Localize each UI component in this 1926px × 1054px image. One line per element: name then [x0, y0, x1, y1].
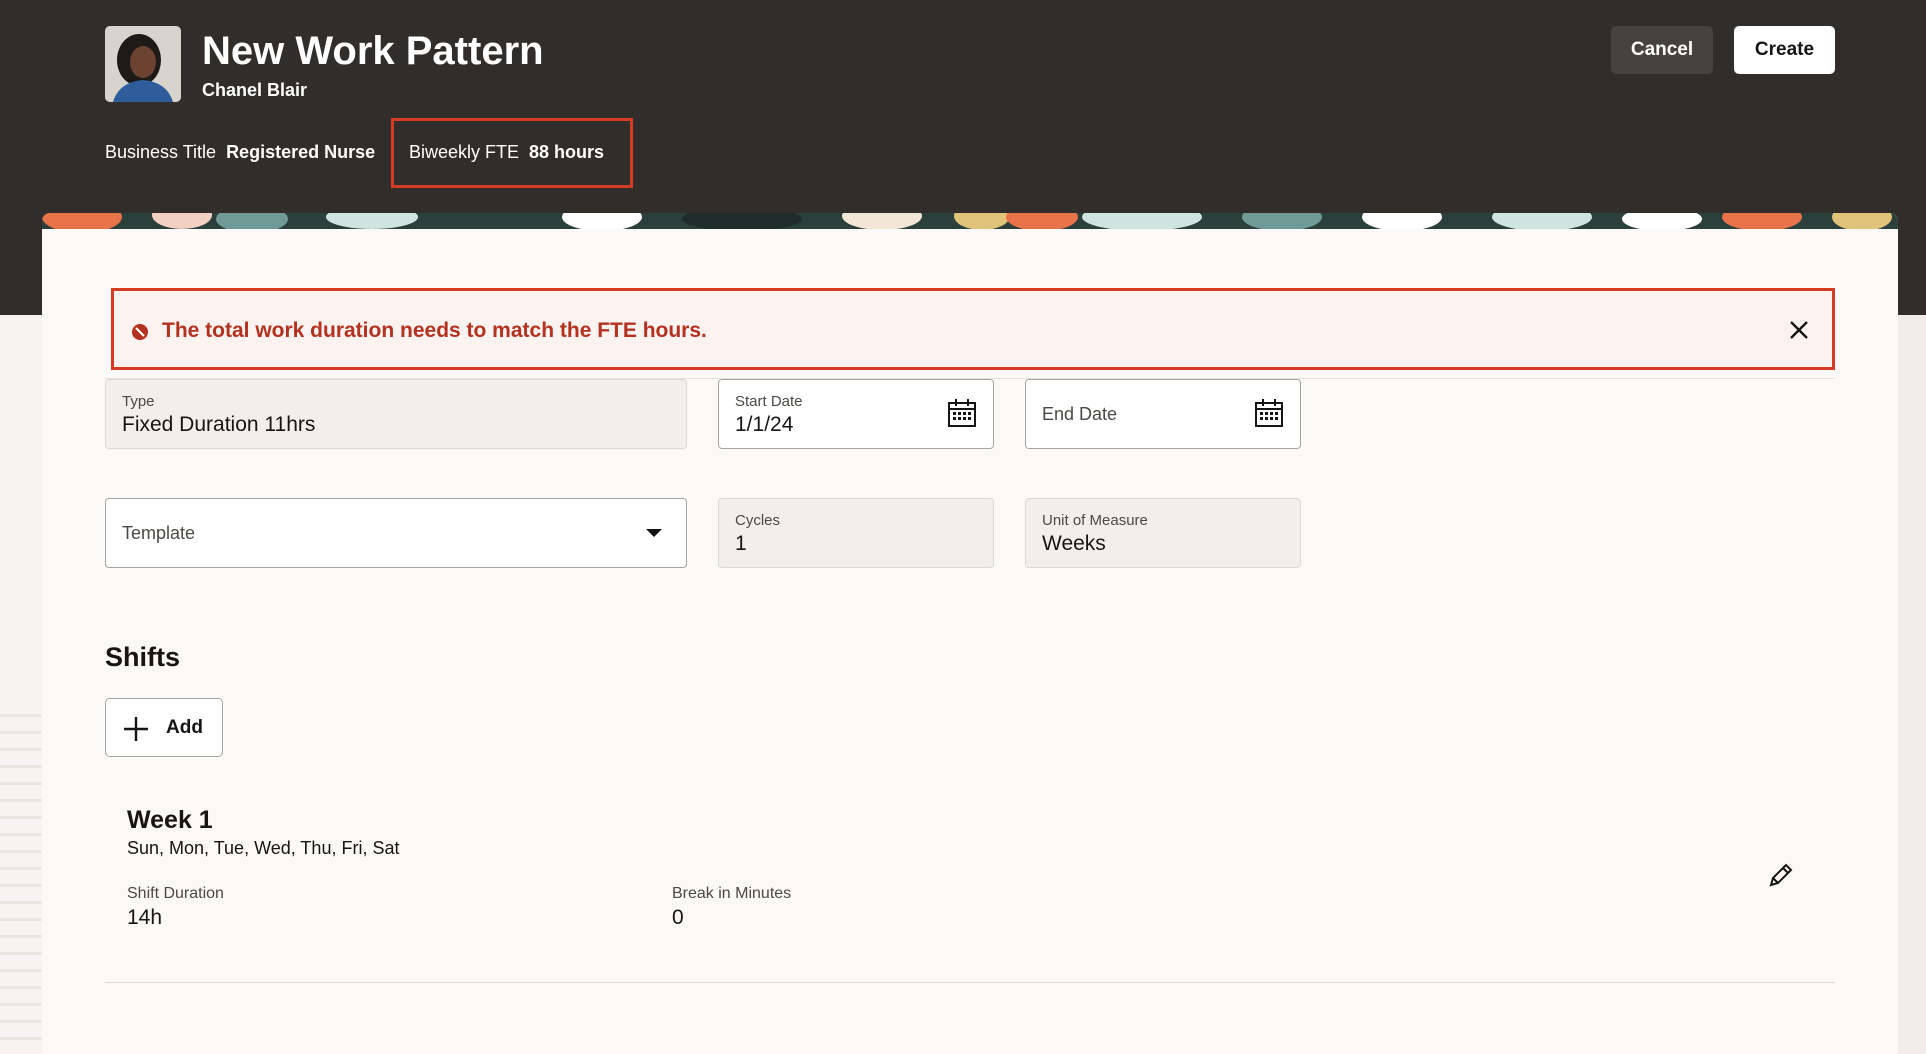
close-icon[interactable]: [1786, 317, 1812, 343]
chevron-down-icon[interactable]: [646, 529, 662, 537]
cycles-value: 1: [735, 532, 747, 555]
cancel-button[interactable]: Cancel: [1611, 26, 1713, 74]
cycles-label: Cycles: [735, 512, 781, 529]
calendar-icon[interactable]: [947, 398, 977, 428]
shifts-heading: Shifts: [105, 642, 181, 672]
calendar-icon[interactable]: [1254, 398, 1284, 428]
pencil-icon[interactable]: [1766, 860, 1796, 890]
business-title-label: Business Title: [105, 142, 217, 162]
cycles-field: Cycles 1: [718, 498, 994, 568]
page-title: New Work Pattern: [202, 29, 544, 73]
start-date-value[interactable]: 1/1/24: [735, 413, 793, 437]
start-date-label: Start Date: [735, 393, 803, 410]
unit-of-measure-field: Unit of Measure Weeks: [1025, 498, 1301, 568]
start-date-field[interactable]: Start Date 1/1/24: [718, 379, 994, 449]
week-days: Sun, Mon, Tue, Wed, Thu, Fri, Sat: [127, 838, 400, 858]
add-shift-button[interactable]: Add: [105, 698, 223, 757]
type-label: Type: [122, 393, 155, 410]
avatar: [105, 26, 181, 102]
add-button-label: Add: [166, 717, 203, 738]
create-button[interactable]: Create: [1734, 26, 1835, 74]
business-title-value: Registered Nurse: [226, 142, 376, 162]
type-value: Fixed Duration 11hrs: [122, 413, 316, 436]
fte-highlight-box: [391, 118, 633, 188]
template-placeholder: Template: [122, 523, 196, 543]
end-date-placeholder: End Date: [1042, 404, 1118, 424]
business-title: Business Title Registered Nurse: [105, 142, 375, 163]
shift-duration-value: 14h: [127, 906, 163, 929]
person-name: Chanel Blair: [202, 80, 308, 100]
decorative-banner: [42, 213, 1898, 229]
unit-of-measure-label: Unit of Measure: [1042, 512, 1148, 529]
template-select[interactable]: Template: [105, 498, 687, 568]
unit-of-measure-value: Weeks: [1042, 532, 1106, 555]
background-edge: [1898, 315, 1926, 1054]
error-circle-icon: [132, 324, 148, 340]
end-date-field[interactable]: End Date: [1025, 379, 1301, 449]
break-minutes-label: Break in Minutes: [672, 885, 792, 902]
break-minutes-value: 0: [672, 906, 684, 929]
error-message-bar: The total work duration needs to match t…: [111, 288, 1835, 370]
plus-icon: [124, 717, 148, 741]
row-divider: [105, 982, 1835, 983]
type-field: Type Fixed Duration 11hrs: [105, 379, 687, 449]
week-title: Week 1: [127, 806, 213, 834]
shift-duration-label: Shift Duration: [127, 885, 224, 902]
error-text: The total work duration needs to match t…: [162, 319, 707, 342]
